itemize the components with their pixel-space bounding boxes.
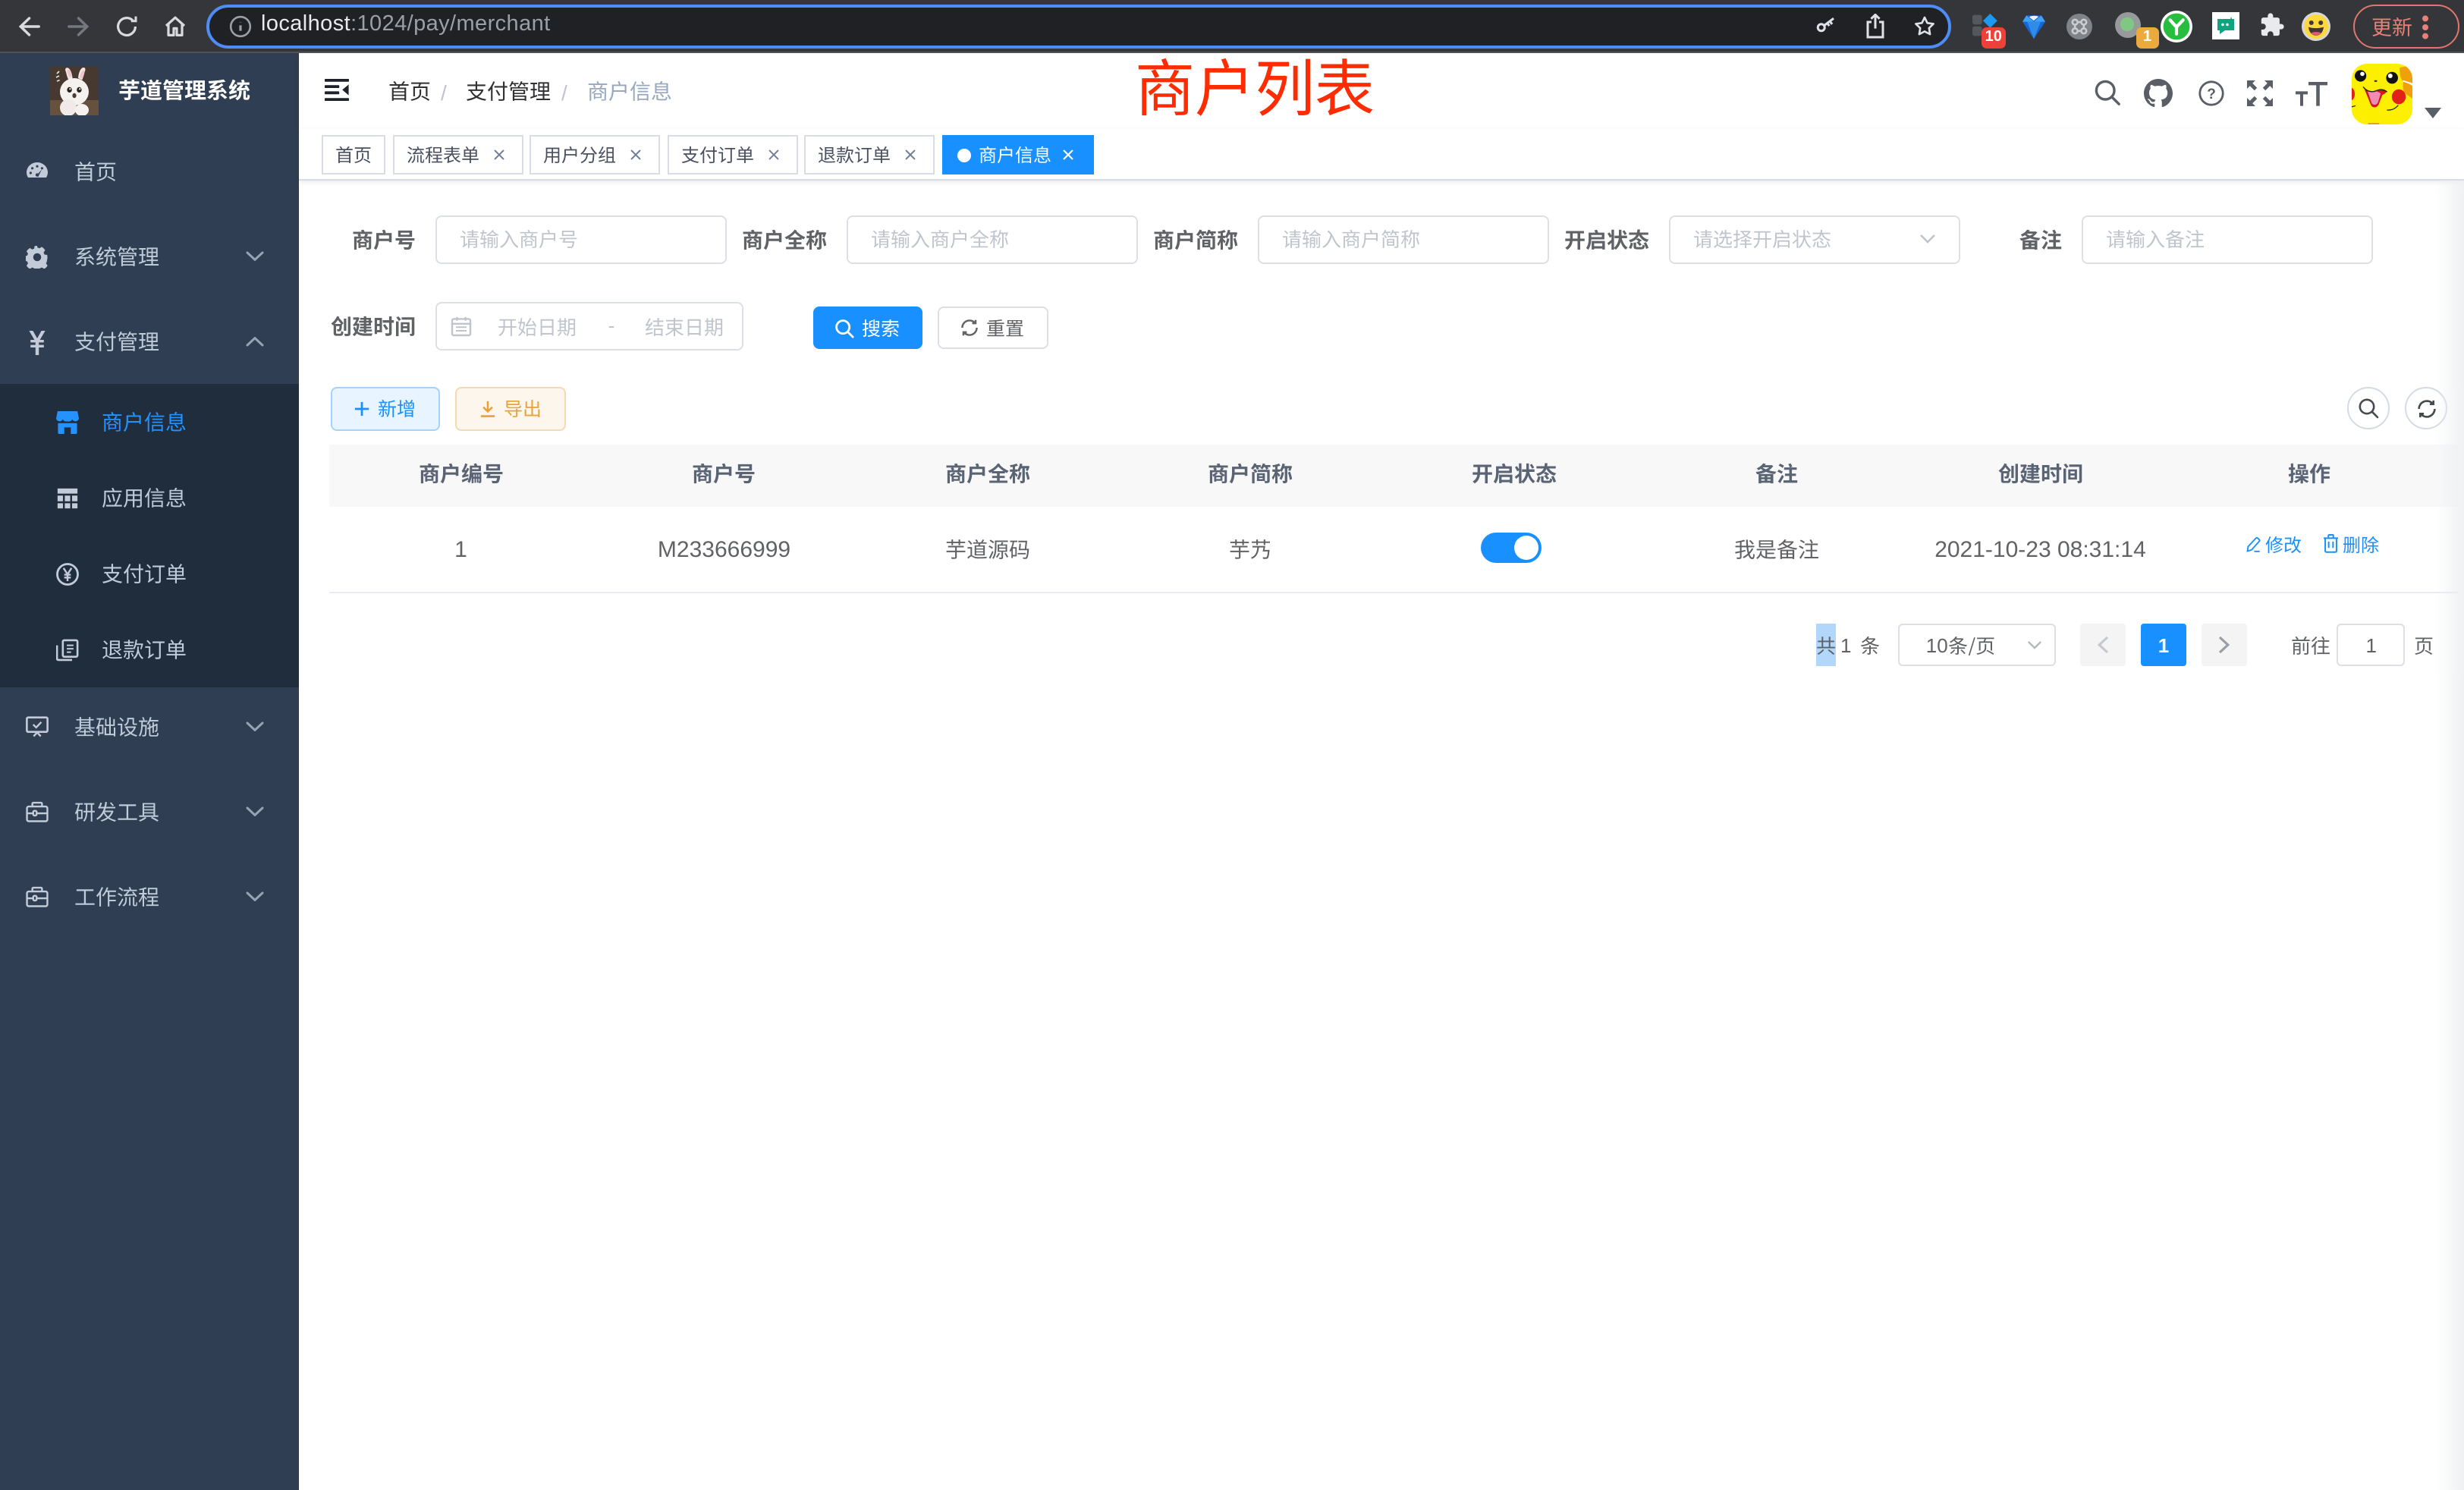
svg-text:?: ? xyxy=(2207,86,2216,102)
